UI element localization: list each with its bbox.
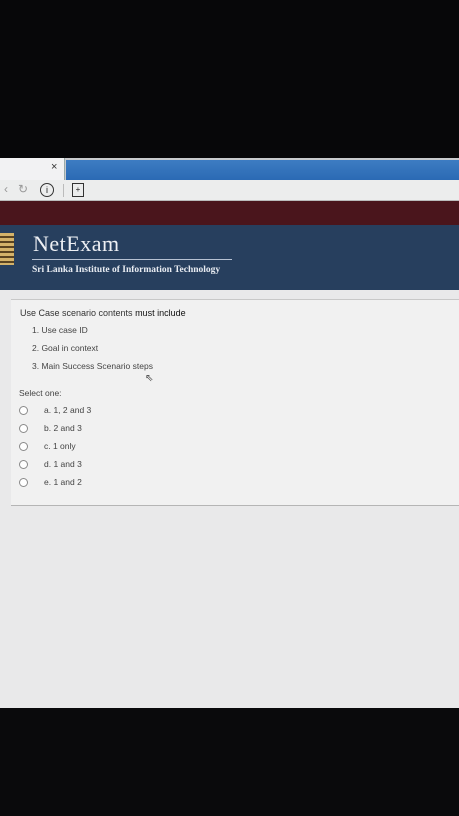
radio-button[interactable] xyxy=(19,478,28,487)
monitor-bezel-bottom xyxy=(0,708,459,816)
option-label[interactable]: b. 2 and 3 xyxy=(44,423,82,433)
radio-button[interactable] xyxy=(19,424,28,433)
question-item: 3. Main Success Scenario steps xyxy=(32,361,153,371)
tab-bar: × xyxy=(0,158,459,180)
page-icon[interactable]: + xyxy=(72,183,84,197)
question-panel: Use Case scenario contents must include … xyxy=(11,299,459,506)
option-label[interactable]: e. 1 and 2 xyxy=(44,477,82,487)
tab-strip-new[interactable] xyxy=(66,160,459,180)
question-emphasis: must include xyxy=(135,308,186,318)
brand-title: NetExam xyxy=(33,231,120,256)
browser-window: × ‹ ↻ i + NetExam Sri Lanka Institute of… xyxy=(0,158,459,708)
radio-button[interactable] xyxy=(19,442,28,451)
radio-button[interactable] xyxy=(19,460,28,469)
info-icon[interactable]: i xyxy=(40,183,54,197)
page-top-strip xyxy=(0,201,459,225)
browser-tab[interactable]: × xyxy=(0,158,65,180)
sliit-logo xyxy=(0,233,14,265)
option-label[interactable]: a. 1, 2 and 3 xyxy=(44,405,91,415)
option-label[interactable]: d. 1 and 3 xyxy=(44,459,82,469)
browser-toolbar: ‹ ↻ i + xyxy=(0,180,459,201)
monitor-bezel-top xyxy=(0,0,459,158)
radio-button[interactable] xyxy=(19,406,28,415)
back-icon[interactable]: ‹ xyxy=(4,182,8,196)
site-header: NetExam Sri Lanka Institute of Informati… xyxy=(0,225,459,290)
question-text: Use Case scenario contents must include xyxy=(20,308,186,318)
reload-icon[interactable]: ↻ xyxy=(18,182,28,196)
institute-subtitle: Sri Lanka Institute of Information Techn… xyxy=(32,265,221,275)
option-label[interactable]: c. 1 only xyxy=(44,441,76,451)
mouse-cursor-icon: ⇖ xyxy=(145,373,154,384)
question-prefix: Use Case scenario contents xyxy=(20,308,136,318)
question-item: 2. Goal in context xyxy=(32,343,99,353)
close-icon[interactable]: × xyxy=(51,161,57,173)
select-one-label: Select one: xyxy=(19,388,62,398)
toolbar-divider xyxy=(63,184,64,197)
brand-divider xyxy=(32,259,232,260)
question-item: 1. Use case ID xyxy=(32,325,88,335)
